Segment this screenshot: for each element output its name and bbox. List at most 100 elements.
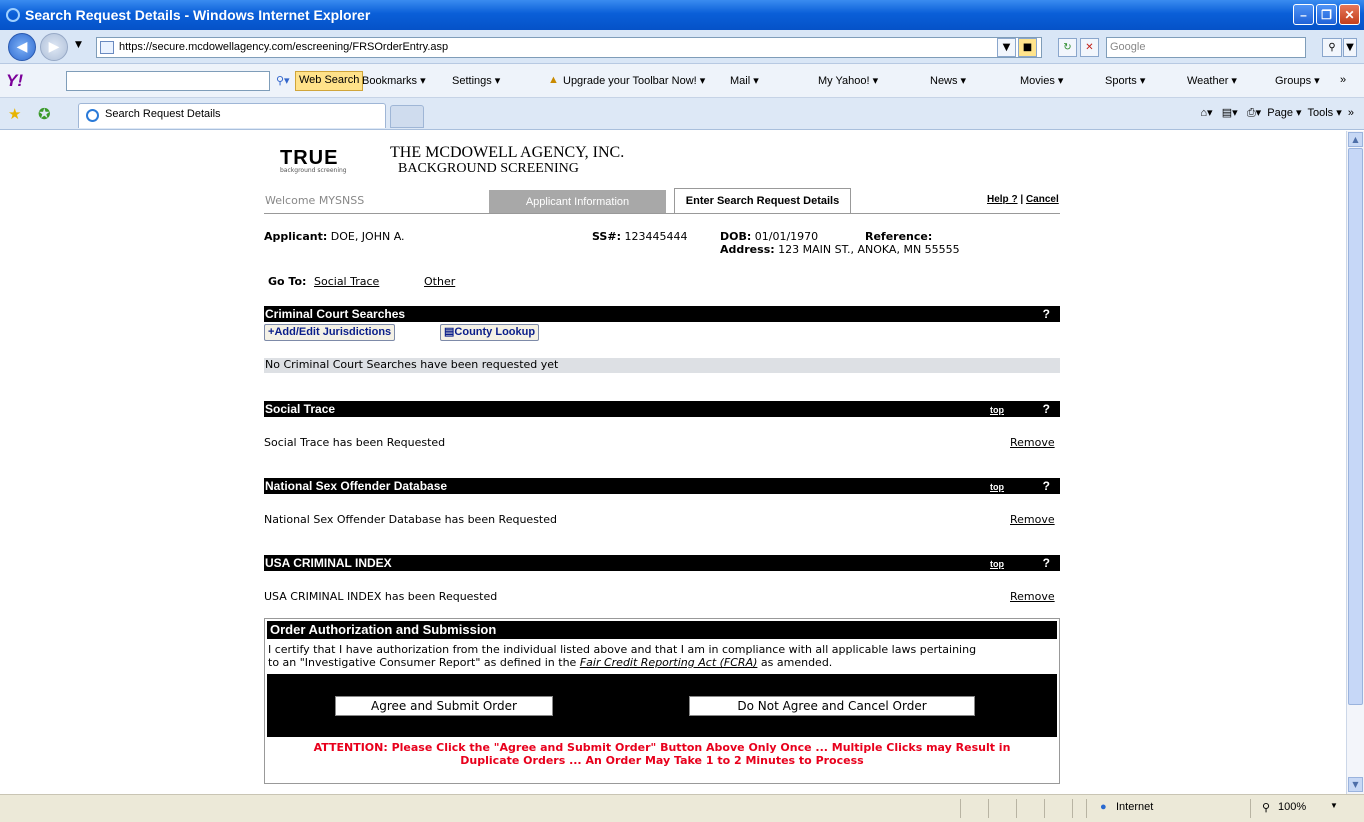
criminal-help-icon[interactable]: ?: [1043, 306, 1050, 322]
nsod-top-link[interactable]: top: [990, 479, 1004, 495]
true-logo-sub: background screening: [280, 167, 347, 174]
goto-social-trace-link[interactable]: Social Trace: [314, 275, 379, 288]
vertical-scrollbar[interactable]: ▲ ▼: [1346, 131, 1364, 794]
toolbar-overflow-icon[interactable]: »: [1340, 74, 1346, 86]
tab-applicant-information[interactable]: Applicant Information: [489, 190, 666, 214]
social-trace-header: Social Trace top ?: [264, 401, 1060, 417]
add-favorites-icon[interactable]: ✪: [38, 105, 51, 123]
toolbar-upgrade[interactable]: Upgrade your Toolbar Now! ▾: [563, 74, 705, 87]
zone-label: Internet: [1116, 801, 1154, 813]
toolbar-bookmarks[interactable]: Bookmarks ▾: [362, 74, 426, 87]
zoom-icon[interactable]: ⚲: [1262, 801, 1270, 814]
close-button[interactable]: ✕: [1339, 4, 1360, 25]
nav-divider: [264, 213, 1060, 214]
refresh-icon[interactable]: ↻: [1058, 38, 1077, 57]
toolbar-myyahoo[interactable]: My Yahoo! ▾: [818, 74, 878, 87]
tab-enter-search-details[interactable]: Enter Search Request Details: [674, 188, 851, 214]
nsod-header: National Sex Offender Database top ?: [264, 478, 1060, 494]
usa-criminal-header: USA CRIMINAL INDEX top ?: [264, 555, 1060, 571]
social-remove-link[interactable]: Remove: [1010, 436, 1055, 449]
attention-message: ATTENTION: Please Click the "Agree and S…: [313, 741, 1011, 767]
toolbar-mail[interactable]: Mail ▾: [730, 74, 759, 87]
applicant-dob: DOB: 01/01/1970: [720, 230, 819, 243]
scroll-up-icon[interactable]: ▲: [1348, 132, 1363, 147]
status-bar: ● Internet ⚲ 100% ▼: [0, 794, 1364, 822]
applicant-ss: SS#: 123445444: [592, 230, 688, 243]
page-icon: [100, 41, 114, 54]
toolbar-sports[interactable]: Sports ▾: [1105, 74, 1145, 87]
toolbar-groups[interactable]: Groups ▾: [1275, 74, 1320, 87]
yahoo-logo[interactable]: Y!: [6, 71, 23, 91]
forward-button[interactable]: ▶: [40, 33, 68, 61]
nsod-status: National Sex Offender Database has been …: [264, 513, 557, 526]
web-search-button[interactable]: Web Search: [295, 71, 364, 91]
search-icon[interactable]: ⚲: [1322, 38, 1342, 57]
minimize-button[interactable]: –: [1293, 4, 1314, 25]
tab-search-request-details[interactable]: Search Request Details: [78, 103, 386, 128]
favorites-star-icon[interactable]: ★: [8, 105, 21, 123]
applicant-reference: Reference:: [865, 230, 933, 243]
url-dropdown-icon[interactable]: ▼: [997, 38, 1016, 57]
maximize-button[interactable]: ❐: [1316, 4, 1337, 25]
fcra-link[interactable]: Fair Credit Reporting Act (FCRA): [580, 656, 758, 669]
tools-menu[interactable]: Tools ▾: [1308, 107, 1342, 119]
social-help-icon[interactable]: ?: [1043, 401, 1050, 417]
agency-subtitle: BACKGROUND SCREENING: [398, 161, 579, 176]
authorization-panel: Order Authorization and Submission I cer…: [264, 618, 1060, 784]
scroll-down-icon[interactable]: ▼: [1348, 777, 1363, 792]
social-trace-status: Social Trace has been Requested: [264, 436, 446, 449]
nsod-help-icon[interactable]: ?: [1043, 478, 1050, 494]
new-tab-button[interactable]: [390, 105, 424, 128]
feeds-icon[interactable]: ▤▾: [1222, 107, 1238, 119]
toolbar-settings[interactable]: Settings ▾: [452, 74, 500, 87]
social-top-link[interactable]: top: [990, 402, 1004, 418]
zoom-dropdown-icon[interactable]: ▼: [1330, 801, 1338, 810]
yahoo-search-input[interactable]: [66, 71, 270, 91]
goto-label: Go To:: [268, 275, 307, 288]
stop-icon[interactable]: ✕: [1080, 38, 1099, 57]
home-icon[interactable]: ⌂▾: [1200, 107, 1212, 119]
county-lookup-button[interactable]: ▤County Lookup: [440, 324, 540, 341]
url-input[interactable]: https://secure.mcdowellagency.com/escree…: [96, 37, 1042, 58]
window-title-bar: Search Request Details - Windows Interne…: [0, 0, 1364, 30]
welcome-text: Welcome MYSNSS: [265, 194, 365, 207]
page-viewport: TRUE background screening THE MCDOWELL A…: [8, 131, 1346, 794]
window-title: Search Request Details - Windows Interne…: [25, 7, 371, 23]
authorization-text: I certify that I have authorization from…: [268, 643, 977, 669]
agree-submit-button[interactable]: Agree and Submit Order: [335, 696, 553, 716]
history-dropdown-icon[interactable]: ▼: [75, 40, 82, 50]
magnifier-icon[interactable]: ⚲▾: [276, 74, 290, 87]
help-link[interactable]: Help ?: [987, 194, 1018, 205]
search-options-icon[interactable]: ▼: [1343, 38, 1357, 57]
usa-help-icon[interactable]: ?: [1043, 555, 1050, 571]
ie-tab-icon: [86, 109, 99, 122]
toolbar-movies[interactable]: Movies ▾: [1020, 74, 1063, 87]
zoom-level[interactable]: 100%: [1278, 801, 1306, 813]
page-menu[interactable]: Page ▾: [1267, 107, 1301, 119]
scroll-thumb[interactable]: [1348, 148, 1363, 705]
criminal-court-header: Criminal Court Searches ?: [264, 306, 1060, 322]
warning-icon: ▲: [548, 74, 559, 86]
toolbar-weather[interactable]: Weather ▾: [1187, 74, 1237, 87]
ie-icon: [6, 8, 20, 22]
search-input[interactable]: Google: [1106, 37, 1306, 58]
help-cancel: Help ? | Cancel: [987, 194, 1059, 205]
goto-other-link[interactable]: Other: [424, 275, 455, 288]
usa-top-link[interactable]: top: [990, 556, 1004, 572]
back-button[interactable]: ◀: [8, 33, 36, 61]
address-bar: ◀ ▶ ▼ https://secure.mcdowellagency.com/…: [0, 30, 1364, 64]
command-bar: ⌂▾ ▤▾ ⎙▾ Page ▾ Tools ▾ »: [1200, 107, 1354, 119]
print-icon[interactable]: ⎙▾: [1247, 107, 1261, 119]
nsod-remove-link[interactable]: Remove: [1010, 513, 1055, 526]
toolbar-news[interactable]: News ▾: [930, 74, 966, 87]
agency-name: THE MCDOWELL AGENCY, INC.: [390, 144, 625, 161]
disagree-cancel-button[interactable]: Do Not Agree and Cancel Order: [689, 696, 975, 716]
globe-icon: ●: [1100, 801, 1107, 813]
criminal-empty-message: No Criminal Court Searches have been req…: [264, 358, 1060, 373]
cancel-link[interactable]: Cancel: [1026, 194, 1059, 205]
submit-area: Agree and Submit Order Do Not Agree and …: [267, 674, 1057, 737]
usa-remove-link[interactable]: Remove: [1010, 590, 1055, 603]
usa-criminal-status: USA CRIMINAL INDEX has been Requested: [264, 590, 498, 603]
add-edit-jurisdictions-button[interactable]: +Add/Edit Jurisdictions: [264, 324, 396, 341]
lock-icon[interactable]: ■: [1018, 38, 1037, 57]
